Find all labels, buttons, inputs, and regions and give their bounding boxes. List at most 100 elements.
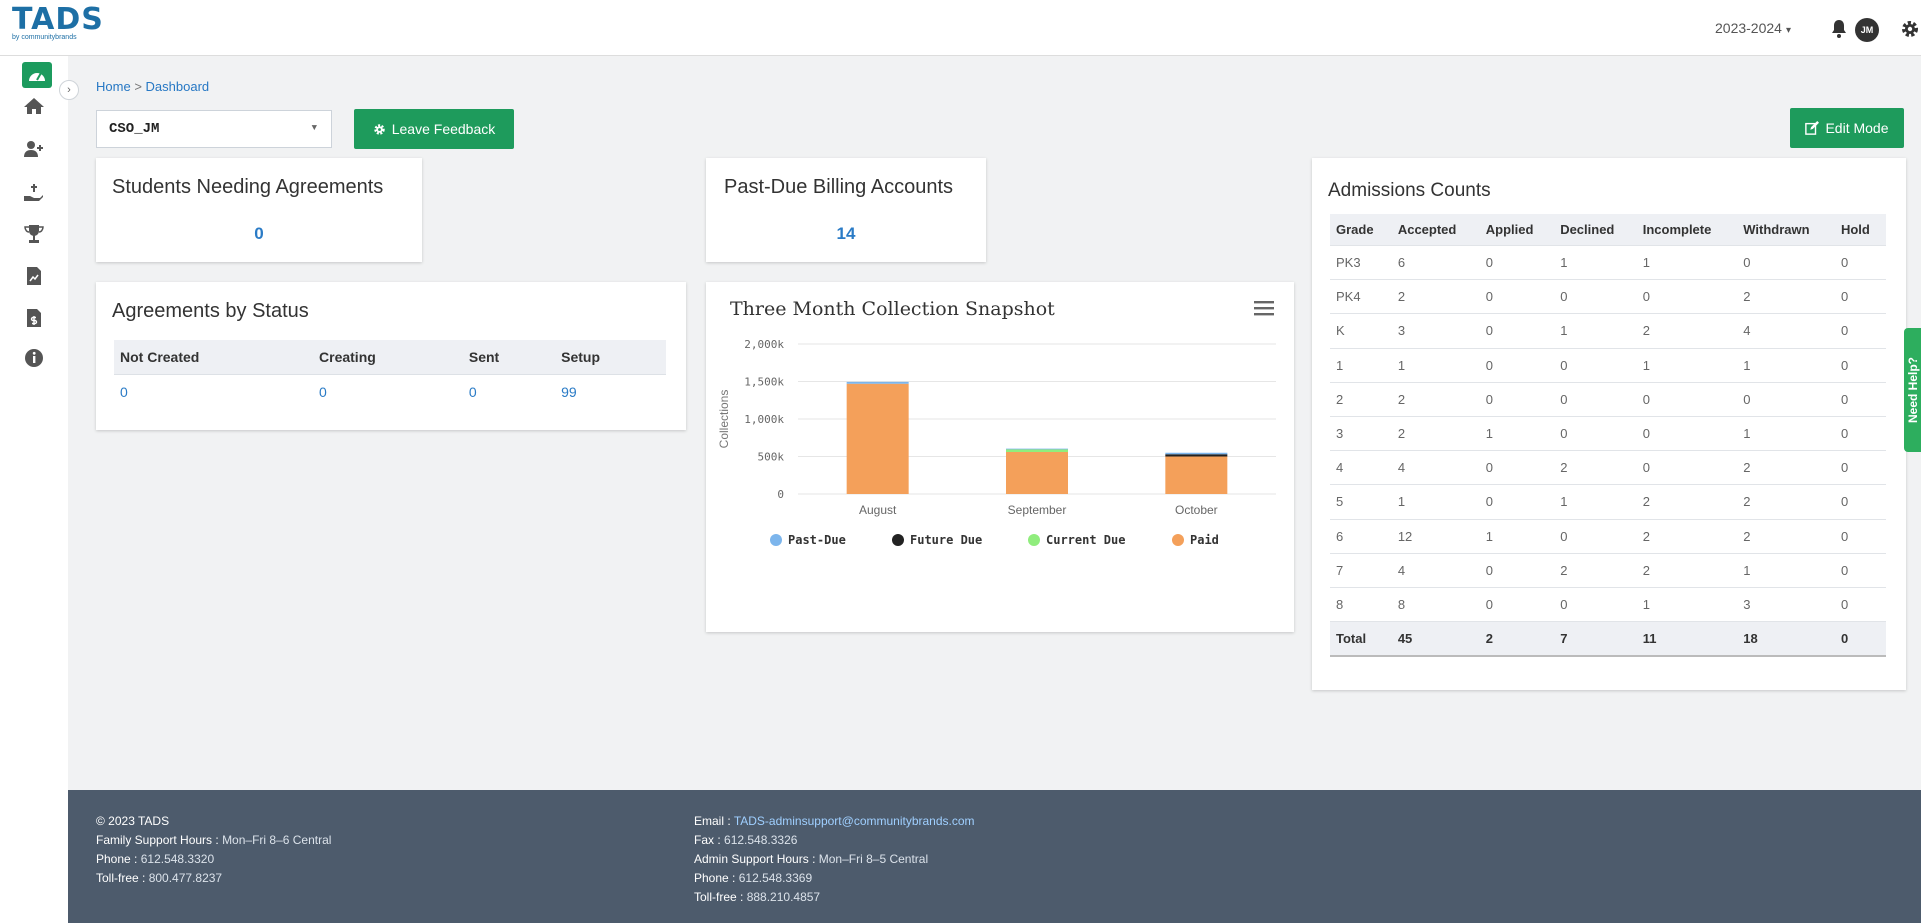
table-row: K301240	[1330, 313, 1886, 349]
bell-icon[interactable]	[1826, 16, 1852, 42]
admissions-cell: 8	[1330, 586, 1392, 622]
table-row: 3210010	[1330, 415, 1886, 451]
school-select[interactable]: CSO_JM ▼	[96, 110, 332, 148]
agreements-value[interactable]: 0	[114, 374, 314, 409]
admissions-cell: 2	[1554, 552, 1637, 588]
admissions-total-cell: Total	[1330, 621, 1392, 657]
edit-mode-label: Edit Mode	[1825, 120, 1889, 136]
breadcrumb-current[interactable]: Dashboard	[146, 79, 210, 94]
admissions-cell: 6	[1330, 518, 1392, 554]
x-tick-label: September	[1008, 503, 1067, 517]
agreements-card-title: Agreements by Status	[112, 300, 309, 322]
admissions-header: Withdrawn	[1737, 214, 1835, 246]
admissions-cell: 0	[1834, 381, 1886, 417]
x-tick-label: October	[1175, 503, 1218, 517]
admissions-cell: 0	[1479, 244, 1555, 280]
breadcrumb-separator: >	[134, 79, 142, 94]
admissions-cell: 0	[1554, 415, 1637, 451]
table-row: PK4 2 0 0 0 2 0	[1330, 279, 1886, 314]
footer-value: 612.548.3369	[738, 871, 813, 885]
tads-logo[interactable]: TADS by communitybrands	[12, 2, 104, 42]
admissions-cell: 2	[1636, 313, 1738, 349]
admissions-cell: 1	[1737, 415, 1835, 451]
admissions-cell: 0	[1636, 279, 1738, 314]
legend-item: Paid	[1190, 533, 1219, 547]
admissions-cell: 2	[1330, 381, 1392, 417]
pastdue-card-value[interactable]: 14	[706, 224, 986, 244]
add-user-icon[interactable]	[18, 133, 50, 165]
hand-money-icon[interactable]	[18, 177, 50, 209]
admissions-header: Hold	[1834, 214, 1886, 246]
agreements-header: Creating	[313, 340, 463, 375]
school-select-value: CSO_JM	[109, 121, 160, 137]
admissions-cell: 0	[1479, 586, 1555, 622]
admissions-cell: 2	[1737, 279, 1835, 314]
admissions-cell: 0	[1479, 279, 1555, 314]
table-row: 7402210	[1330, 552, 1886, 588]
agreements-value[interactable]: 0	[313, 374, 463, 409]
admissions-cell: 1	[1479, 415, 1555, 451]
support-email-link[interactable]: TADS-adminsupport@communitybrands.com	[734, 814, 975, 828]
school-year-dropdown[interactable]: 2023-2024 ▾	[1715, 20, 1791, 36]
admissions-cell: 2	[1391, 381, 1480, 417]
trophy-icon[interactable]	[18, 218, 50, 250]
y-tick-label: 2,000k	[744, 338, 784, 351]
admissions-cell: 0	[1554, 347, 1637, 383]
gear-icon[interactable]	[1897, 16, 1921, 42]
admissions-cell: 7	[1330, 552, 1392, 588]
admissions-cell: 0	[1479, 313, 1555, 349]
admissions-cell: 0	[1737, 381, 1835, 417]
admissions-header: Declined	[1554, 214, 1637, 246]
need-help-tab[interactable]: Need Help?	[1904, 328, 1921, 452]
home-icon[interactable]	[18, 90, 50, 122]
table-row: 6 12 1 0 2 2 0	[1330, 518, 1886, 554]
info-icon[interactable]	[18, 342, 50, 374]
footer-admin-support: Email : TADS-adminsupport@communitybrand…	[694, 814, 975, 904]
footer-label: Phone	[96, 852, 131, 866]
dashboard-icon[interactable]	[22, 62, 52, 88]
admissions-cell: PK4	[1330, 279, 1392, 314]
agreements-table: Not Created Creating Sent Setup 0 0 0 99	[114, 340, 666, 409]
leave-feedback-label: Leave Feedback	[391, 121, 496, 137]
admissions-counts-card: Admissions Counts Grade Accepted Applied De…	[1312, 158, 1906, 690]
breadcrumb-home[interactable]: Home	[96, 79, 131, 94]
admissions-cell: 6	[1391, 244, 1480, 280]
footer-value: 888.210.4857	[746, 890, 821, 904]
leave-feedback-button[interactable]: Leave Feedback	[354, 109, 514, 149]
past-due-billing-card: Past-Due Billing Accounts 14	[706, 158, 986, 262]
need-help-label: Need Help?	[1905, 356, 1920, 424]
admissions-cell: 4	[1391, 552, 1480, 588]
breadcrumb: Home > Dashboard	[96, 79, 209, 94]
admissions-cell: 1	[1636, 586, 1738, 622]
agreements-value[interactable]: 99	[555, 374, 666, 409]
admissions-cell: 0	[1479, 347, 1555, 383]
admissions-cell: 2	[1554, 450, 1637, 485]
admissions-cell: 1	[1636, 244, 1738, 280]
footer-label: Toll-free	[694, 890, 737, 904]
bar-segment-past-due	[1006, 448, 1068, 450]
admissions-cell: 2	[1636, 552, 1738, 588]
table-row: 1100110	[1330, 347, 1886, 383]
agreements-value[interactable]: 0	[462, 374, 556, 409]
edit-mode-button[interactable]: Edit Mode	[1790, 108, 1904, 148]
legend-item: Current Due	[1046, 533, 1125, 547]
admissions-cell: 1	[1330, 347, 1392, 383]
legend-item: Past-Due	[788, 533, 846, 547]
footer-value: 612.548.3320	[140, 852, 215, 866]
students-card-value[interactable]: 0	[96, 224, 422, 244]
billing-icon[interactable]	[18, 302, 50, 334]
report-icon[interactable]	[18, 260, 50, 292]
user-avatar[interactable]: JM	[1855, 18, 1879, 42]
bar-segment-past-due	[846, 381, 909, 384]
logo-text: TADS	[12, 2, 104, 37]
admissions-cell: 0	[1479, 450, 1555, 485]
footer-value: Mon–Fri 8–6 Central	[222, 833, 332, 847]
legend-marker	[1028, 534, 1040, 546]
admissions-cell: 0	[1834, 450, 1886, 485]
admissions-cell: 4	[1737, 313, 1835, 349]
admissions-cell: 0	[1636, 381, 1738, 417]
footer-label: Fax	[694, 833, 715, 847]
expand-nav-toggle[interactable]: ›	[59, 80, 79, 100]
legend-marker	[1172, 534, 1184, 546]
admissions-cell: 3	[1737, 586, 1835, 622]
